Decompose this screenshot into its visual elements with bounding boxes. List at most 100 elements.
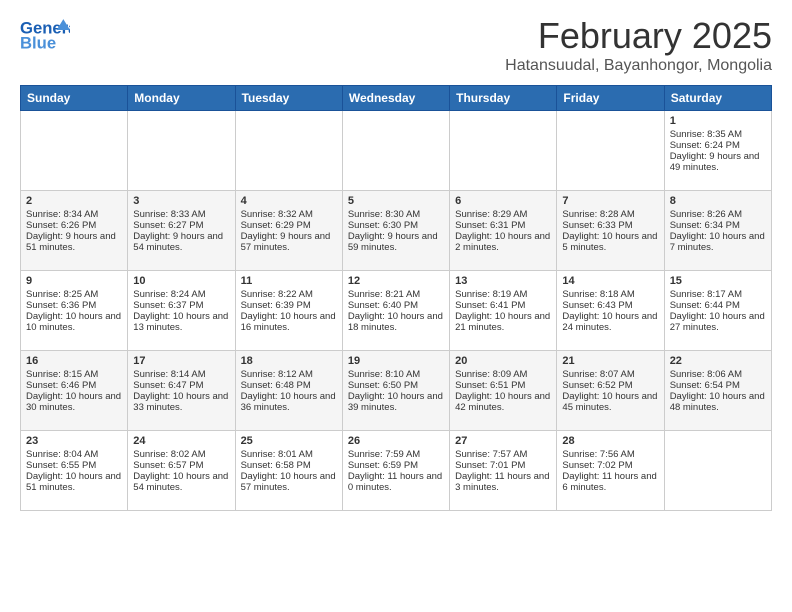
day-info: Daylight: 10 hours and 51 minutes. [26,471,122,493]
day-info: Sunrise: 8:07 AM [562,369,658,380]
day-info: Sunset: 6:58 PM [241,460,337,471]
day-number: 12 [348,275,444,287]
day-number: 25 [241,435,337,447]
day-info: Sunrise: 8:24 AM [133,289,229,300]
day-info: Daylight: 9 hours and 59 minutes. [348,231,444,253]
calendar-cell: 6Sunrise: 8:29 AMSunset: 6:31 PMDaylight… [450,191,557,271]
header-wednesday: Wednesday [342,86,449,111]
calendar-cell: 28Sunrise: 7:56 AMSunset: 7:02 PMDayligh… [557,431,664,511]
day-info: Sunset: 6:41 PM [455,300,551,311]
day-info: Sunrise: 7:56 AM [562,449,658,460]
day-info: Sunrise: 8:34 AM [26,209,122,220]
day-info: Sunset: 6:43 PM [562,300,658,311]
day-number: 15 [670,275,766,287]
calendar-cell: 20Sunrise: 8:09 AMSunset: 6:51 PMDayligh… [450,351,557,431]
day-number: 10 [133,275,229,287]
day-number: 3 [133,195,229,207]
day-number: 27 [455,435,551,447]
day-info: Sunset: 6:29 PM [241,220,337,231]
calendar-cell: 8Sunrise: 8:26 AMSunset: 6:34 PMDaylight… [664,191,771,271]
location-subtitle: Hatansuudal, Bayanhongor, Mongolia [505,57,772,75]
day-info: Sunset: 6:37 PM [133,300,229,311]
calendar-cell: 10 Sunrise: 8:24 AMSunset: 6:37 PMDayligh… [128,271,235,351]
day-info: Sunrise: 8:01 AM [241,449,337,460]
calendar-cell: 24Sunrise: 8:02 AMSunset: 6:57 PMDayligh… [128,431,235,511]
day-number: 17 [133,355,229,367]
calendar-cell: 19Sunrise: 8:10 AMSunset: 6:50 PMDayligh… [342,351,449,431]
page-header: General Blue February 2025 Hatansuudal, … [20,15,772,75]
day-number: 21 [562,355,658,367]
day-number: 9 [26,275,122,287]
calendar-cell [557,111,664,191]
day-info: Daylight: 9 hours and 57 minutes. [241,231,337,253]
header-monday: Monday [128,86,235,111]
day-info: Daylight: 10 hours and 36 minutes. [241,391,337,413]
day-info: Sunset: 6:34 PM [670,220,766,231]
day-info: Daylight: 10 hours and 54 minutes. [133,471,229,493]
day-info: Sunrise: 8:35 AM [670,129,766,140]
day-info: Daylight: 9 hours and 49 minutes. [670,151,766,173]
day-number: 7 [562,195,658,207]
day-info: Sunrise: 8:25 AM [26,289,122,300]
day-info: Daylight: 10 hours and 27 minutes. [670,311,766,333]
day-info: Daylight: 10 hours and 24 minutes. [562,311,658,333]
day-number: 6 [455,195,551,207]
day-info: Sunrise: 8:10 AM [348,369,444,380]
calendar-cell: 27Sunrise: 7:57 AMSunset: 7:01 PMDayligh… [450,431,557,511]
day-info: Sunset: 6:52 PM [562,380,658,391]
day-info: Daylight: 11 hours and 0 minutes. [348,471,444,493]
day-info: Sunset: 6:30 PM [348,220,444,231]
day-info: Daylight: 10 hours and 13 minutes. [133,311,229,333]
day-info: Daylight: 10 hours and 42 minutes. [455,391,551,413]
day-info: Daylight: 10 hours and 45 minutes. [562,391,658,413]
calendar-cell: 9Sunrise: 8:25 AMSunset: 6:36 PMDaylight… [21,271,128,351]
calendar-week-row: 1 Sunrise: 8:35 AMSunset: 6:24 PMDaylight… [21,111,772,191]
calendar-cell: 4Sunrise: 8:32 AMSunset: 6:29 PMDaylight… [235,191,342,271]
calendar-cell: 15Sunrise: 8:17 AMSunset: 6:44 PMDayligh… [664,271,771,351]
day-number: 26 [348,435,444,447]
day-number: 14 [562,275,658,287]
day-info: Sunset: 6:33 PM [562,220,658,231]
calendar-cell: 23Sunrise: 8:04 AMSunset: 6:55 PMDayligh… [21,431,128,511]
day-info: Sunset: 6:47 PM [133,380,229,391]
day-number: 24 [133,435,229,447]
calendar-cell: 14 Sunrise: 8:18 AMSunset: 6:43 PMDayligh… [557,271,664,351]
day-number: 5 [348,195,444,207]
day-number: 28 [562,435,658,447]
day-info: Sunset: 7:02 PM [562,460,658,471]
day-info: Sunrise: 8:15 AM [26,369,122,380]
day-number: 13 [455,275,551,287]
day-number: 18 [241,355,337,367]
day-info: Sunrise: 8:18 AM [562,289,658,300]
day-number: 1 [670,115,766,127]
day-info: Sunrise: 8:32 AM [241,209,337,220]
day-info: Daylight: 10 hours and 7 minutes. [670,231,766,253]
calendar-header-row: Sunday Monday Tuesday Wednesday Thursday… [21,86,772,111]
day-info: Sunset: 6:51 PM [455,380,551,391]
day-info: Sunset: 6:26 PM [26,220,122,231]
day-info: Sunset: 6:39 PM [241,300,337,311]
day-info: Sunset: 6:55 PM [26,460,122,471]
day-info: Daylight: 10 hours and 57 minutes. [241,471,337,493]
day-number: 8 [670,195,766,207]
day-info: Daylight: 10 hours and 18 minutes. [348,311,444,333]
day-info: Daylight: 10 hours and 48 minutes. [670,391,766,413]
calendar-cell: 21 Sunrise: 8:07 AMSunset: 6:52 PMDayligh… [557,351,664,431]
calendar-week-row: 2Sunrise: 8:34 AMSunset: 6:26 PMDaylight… [21,191,772,271]
day-info: Daylight: 9 hours and 51 minutes. [26,231,122,253]
logo: General Blue [20,15,70,55]
day-info: Sunset: 6:54 PM [670,380,766,391]
day-info: Daylight: 10 hours and 39 minutes. [348,391,444,413]
day-info: Sunset: 6:31 PM [455,220,551,231]
calendar-cell: 7Sunrise: 8:28 AMSunset: 6:33 PMDaylight… [557,191,664,271]
day-info: Sunrise: 8:33 AM [133,209,229,220]
day-info: Sunset: 6:57 PM [133,460,229,471]
day-info: Daylight: 11 hours and 3 minutes. [455,471,551,493]
logo-icon: General Blue [20,15,70,55]
day-info: Sunset: 6:24 PM [670,140,766,151]
calendar-week-row: 16Sunrise: 8:15 AMSunset: 6:46 PMDayligh… [21,351,772,431]
day-info: Sunset: 6:27 PM [133,220,229,231]
calendar-week-row: 23Sunrise: 8:04 AMSunset: 6:55 PMDayligh… [21,431,772,511]
day-info: Sunrise: 8:14 AM [133,369,229,380]
day-info: Daylight: 10 hours and 30 minutes. [26,391,122,413]
